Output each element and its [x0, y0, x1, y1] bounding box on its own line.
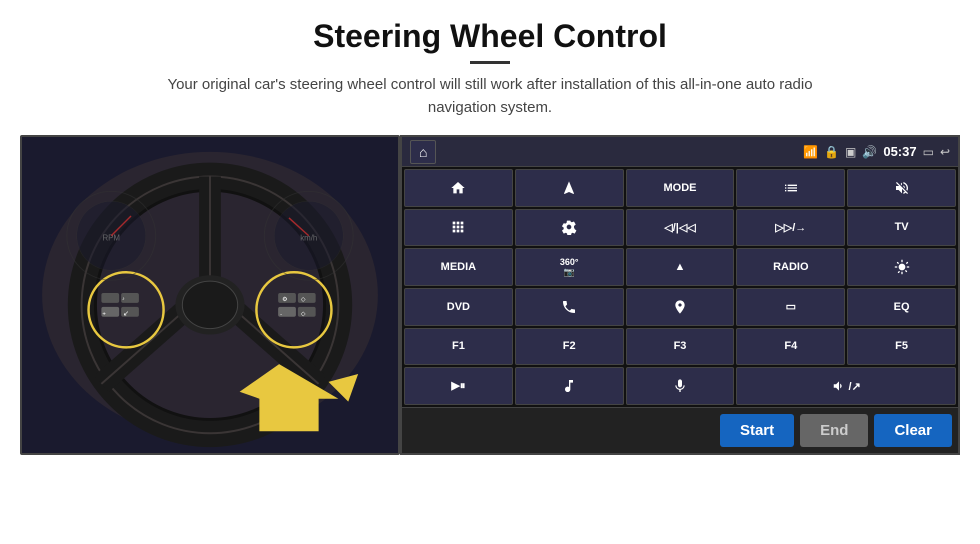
- radio-panel: ⌂ 📶 🔒 ▣ 🔊 05:37 ▭ ↩: [400, 135, 960, 455]
- svg-text:◇: ◇: [301, 312, 306, 318]
- btn-f4[interactable]: F4: [736, 328, 845, 366]
- btn-vol-call[interactable]: /↗: [736, 367, 956, 405]
- wifi-icon: 📶: [803, 145, 818, 159]
- btn-play-pause[interactable]: ▶⏸: [404, 367, 513, 405]
- btn-eq[interactable]: EQ: [847, 288, 956, 326]
- svg-text:-: -: [280, 312, 282, 318]
- steering-wheel-image: + ♪ ↙ ⚙ ◇ - ◇ RPM: [20, 135, 400, 455]
- lock-icon: 🔒: [824, 145, 839, 159]
- screen-icon: ▭: [923, 145, 934, 159]
- page-title: Steering Wheel Control: [313, 18, 667, 55]
- btn-f1[interactable]: F1: [404, 328, 513, 366]
- btn-eject[interactable]: ▲: [626, 248, 735, 286]
- svg-text:◇: ◇: [301, 297, 306, 303]
- bt-icon: 🔊: [862, 145, 877, 159]
- btn-f5[interactable]: F5: [847, 328, 956, 366]
- page-subtitle: Your original car's steering wheel contr…: [150, 74, 830, 119]
- status-left: ⌂: [410, 140, 436, 164]
- btn-tv[interactable]: TV: [847, 209, 956, 247]
- btn-brightness[interactable]: [847, 248, 956, 286]
- btn-mode[interactable]: MODE: [626, 169, 735, 207]
- title-divider: [470, 61, 510, 64]
- btn-list[interactable]: [736, 169, 845, 207]
- sim-icon: ▣: [845, 145, 856, 159]
- btn-apps[interactable]: [404, 209, 513, 247]
- btn-360[interactable]: 360°📷: [515, 248, 624, 286]
- svg-text:+: +: [102, 312, 106, 318]
- bottom-buttons-row: Start End Clear: [402, 407, 958, 453]
- svg-text:♪: ♪: [122, 297, 124, 302]
- btn-settings[interactable]: [515, 209, 624, 247]
- content-row: + ♪ ↙ ⚙ ◇ - ◇ RPM: [20, 135, 960, 455]
- btn-music[interactable]: [515, 367, 624, 405]
- home-button[interactable]: ⌂: [410, 140, 436, 164]
- status-right: 📶 🔒 ▣ 🔊 05:37 ▭ ↩: [803, 144, 950, 159]
- btn-gps[interactable]: [626, 288, 735, 326]
- btn-phone[interactable]: [515, 288, 624, 326]
- btn-mute[interactable]: [847, 169, 956, 207]
- status-bar: ⌂ 📶 🔒 ▣ 🔊 05:37 ▭ ↩: [402, 137, 958, 167]
- svg-text:⚙: ⚙: [282, 296, 287, 303]
- end-button[interactable]: End: [800, 414, 868, 447]
- back-icon: ↩: [940, 145, 950, 159]
- svg-text:↙: ↙: [123, 311, 129, 318]
- start-button[interactable]: Start: [720, 414, 794, 447]
- btn-nav[interactable]: [515, 169, 624, 207]
- btn-media[interactable]: MEDIA: [404, 248, 513, 286]
- btn-mic[interactable]: [626, 367, 735, 405]
- btn-next[interactable]: ▷▷/→: [736, 209, 845, 247]
- btn-dvd[interactable]: DVD: [404, 288, 513, 326]
- clock: 05:37: [883, 144, 916, 159]
- btn-screen[interactable]: ▭: [736, 288, 845, 326]
- btn-radio[interactable]: RADIO: [736, 248, 845, 286]
- clear-button[interactable]: Clear: [874, 414, 952, 447]
- btn-prev[interactable]: ◁/|◁◁: [626, 209, 735, 247]
- btn-f2[interactable]: F2: [515, 328, 624, 366]
- btn-f3[interactable]: F3: [626, 328, 735, 366]
- page-container: Steering Wheel Control Your original car…: [0, 0, 980, 544]
- btn-home[interactable]: [404, 169, 513, 207]
- radio-grid: MODE ◁/|◁◁ ▷▷/→ TV MEDIA 3: [402, 167, 958, 407]
